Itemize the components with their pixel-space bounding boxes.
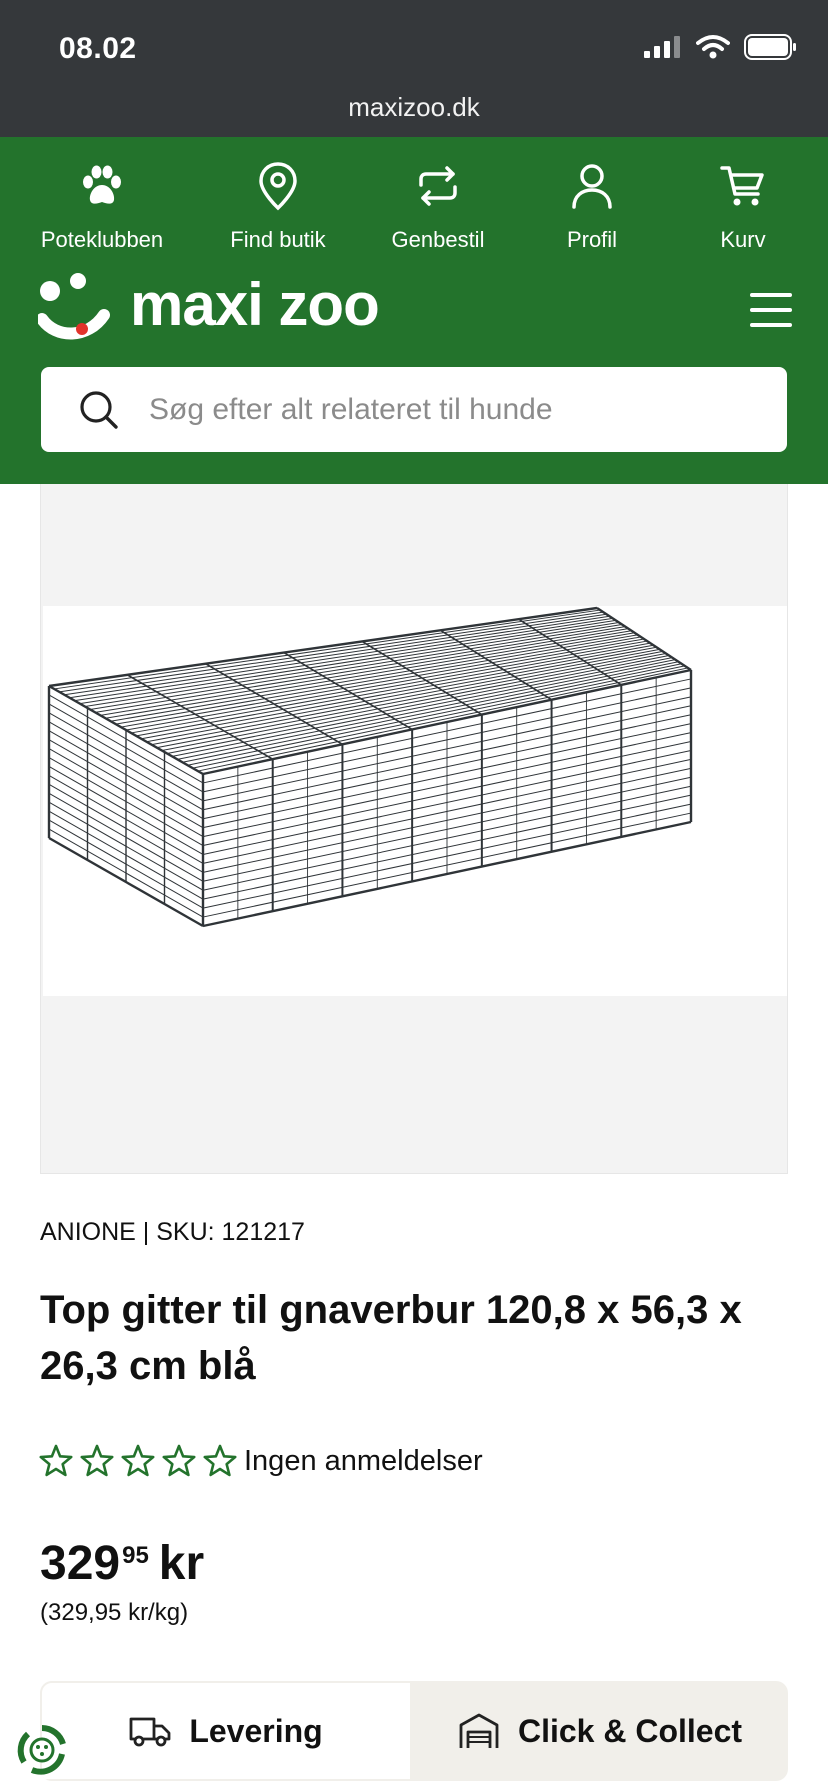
nav-label: Genbestil: [391, 227, 485, 252]
cellular-signal-icon: [644, 36, 680, 58]
store-icon: [459, 1713, 499, 1748]
menu-line: [750, 308, 792, 312]
star-icon: [203, 1444, 237, 1477]
product-image[interactable]: [43, 606, 787, 996]
star-icon: [80, 1444, 114, 1477]
wifi-icon: [696, 35, 730, 59]
nav-poteklubben[interactable]: Poteklubben: [27, 153, 177, 253]
status-bar: 08.02 maxizoo.dk: [0, 0, 828, 137]
menu-line: [750, 323, 792, 327]
nav-find-butik[interactable]: Find butik: [203, 153, 353, 253]
nav-profil[interactable]: Profil: [517, 153, 667, 253]
cart-icon: [720, 166, 764, 206]
rating-stars: [38, 1443, 238, 1479]
star-icon: [121, 1444, 155, 1477]
brand-sku: ANIONE | SKU: 121217: [40, 1218, 305, 1246]
product-price: 329 95 kr: [40, 1535, 204, 1593]
tab-delivery-label: Levering: [189, 1712, 323, 1749]
star-icon: [39, 1444, 73, 1477]
hamburger-menu-button[interactable]: [750, 293, 792, 327]
unit-price: (329,95 kr/kg): [40, 1599, 189, 1626]
floating-action-button[interactable]: [14, 1722, 70, 1778]
tab-collect-label: Click & Collect: [517, 1712, 743, 1749]
reviews-link[interactable]: Ingen anmeldelser: [244, 1445, 483, 1478]
nav-label: Find butik: [230, 227, 326, 252]
price-decimals: 95: [122, 1542, 149, 1569]
price-currency: kr: [158, 1537, 205, 1590]
tab-delivery[interactable]: Levering: [40, 1681, 412, 1781]
star-icon: [162, 1444, 196, 1477]
product-rating[interactable]: Ingen anmeldelser: [38, 1443, 483, 1479]
price-integer: 329: [40, 1537, 121, 1590]
nav-label: Poteklubben: [40, 227, 164, 252]
status-time: 08.02: [59, 32, 137, 65]
search-icon[interactable]: [79, 390, 119, 430]
maxi-zoo-face-logo-icon: [38, 273, 110, 340]
user-icon: [572, 164, 612, 209]
site-header: Poteklubben Find butik Genbestil Profil …: [0, 137, 828, 484]
nav-label: Profil: [566, 227, 618, 252]
browser-url[interactable]: maxizoo.dk: [0, 92, 828, 123]
delivery-truck-icon: [129, 1717, 171, 1747]
reorder-icon: [419, 166, 457, 206]
battery-icon: [744, 34, 796, 60]
logo-text: maxi zoo: [130, 271, 380, 338]
recycle-icon: [17, 1725, 66, 1775]
delivery-options: Levering Click & Collect: [40, 1681, 788, 1781]
search-input[interactable]: [149, 392, 749, 427]
wire-cage-image: [47, 606, 693, 928]
nav-label: Kurv: [720, 227, 766, 252]
nav-kurv[interactable]: Kurv: [668, 153, 818, 253]
status-icons: [644, 34, 798, 60]
menu-line: [750, 293, 792, 297]
paw-icon: [83, 165, 121, 204]
search-bar[interactable]: [41, 367, 787, 452]
location-pin-icon: [259, 162, 297, 211]
tab-click-collect[interactable]: Click & Collect: [412, 1681, 788, 1781]
product-title: Top gitter til gnaverbur 120,8 x 56,3 x …: [40, 1288, 742, 1388]
site-logo[interactable]: maxi zoo: [38, 269, 380, 341]
quick-nav: Poteklubben Find butik Genbestil Profil …: [0, 153, 828, 263]
nav-genbestil[interactable]: Genbestil: [363, 153, 513, 253]
product-gallery[interactable]: [40, 484, 788, 1174]
